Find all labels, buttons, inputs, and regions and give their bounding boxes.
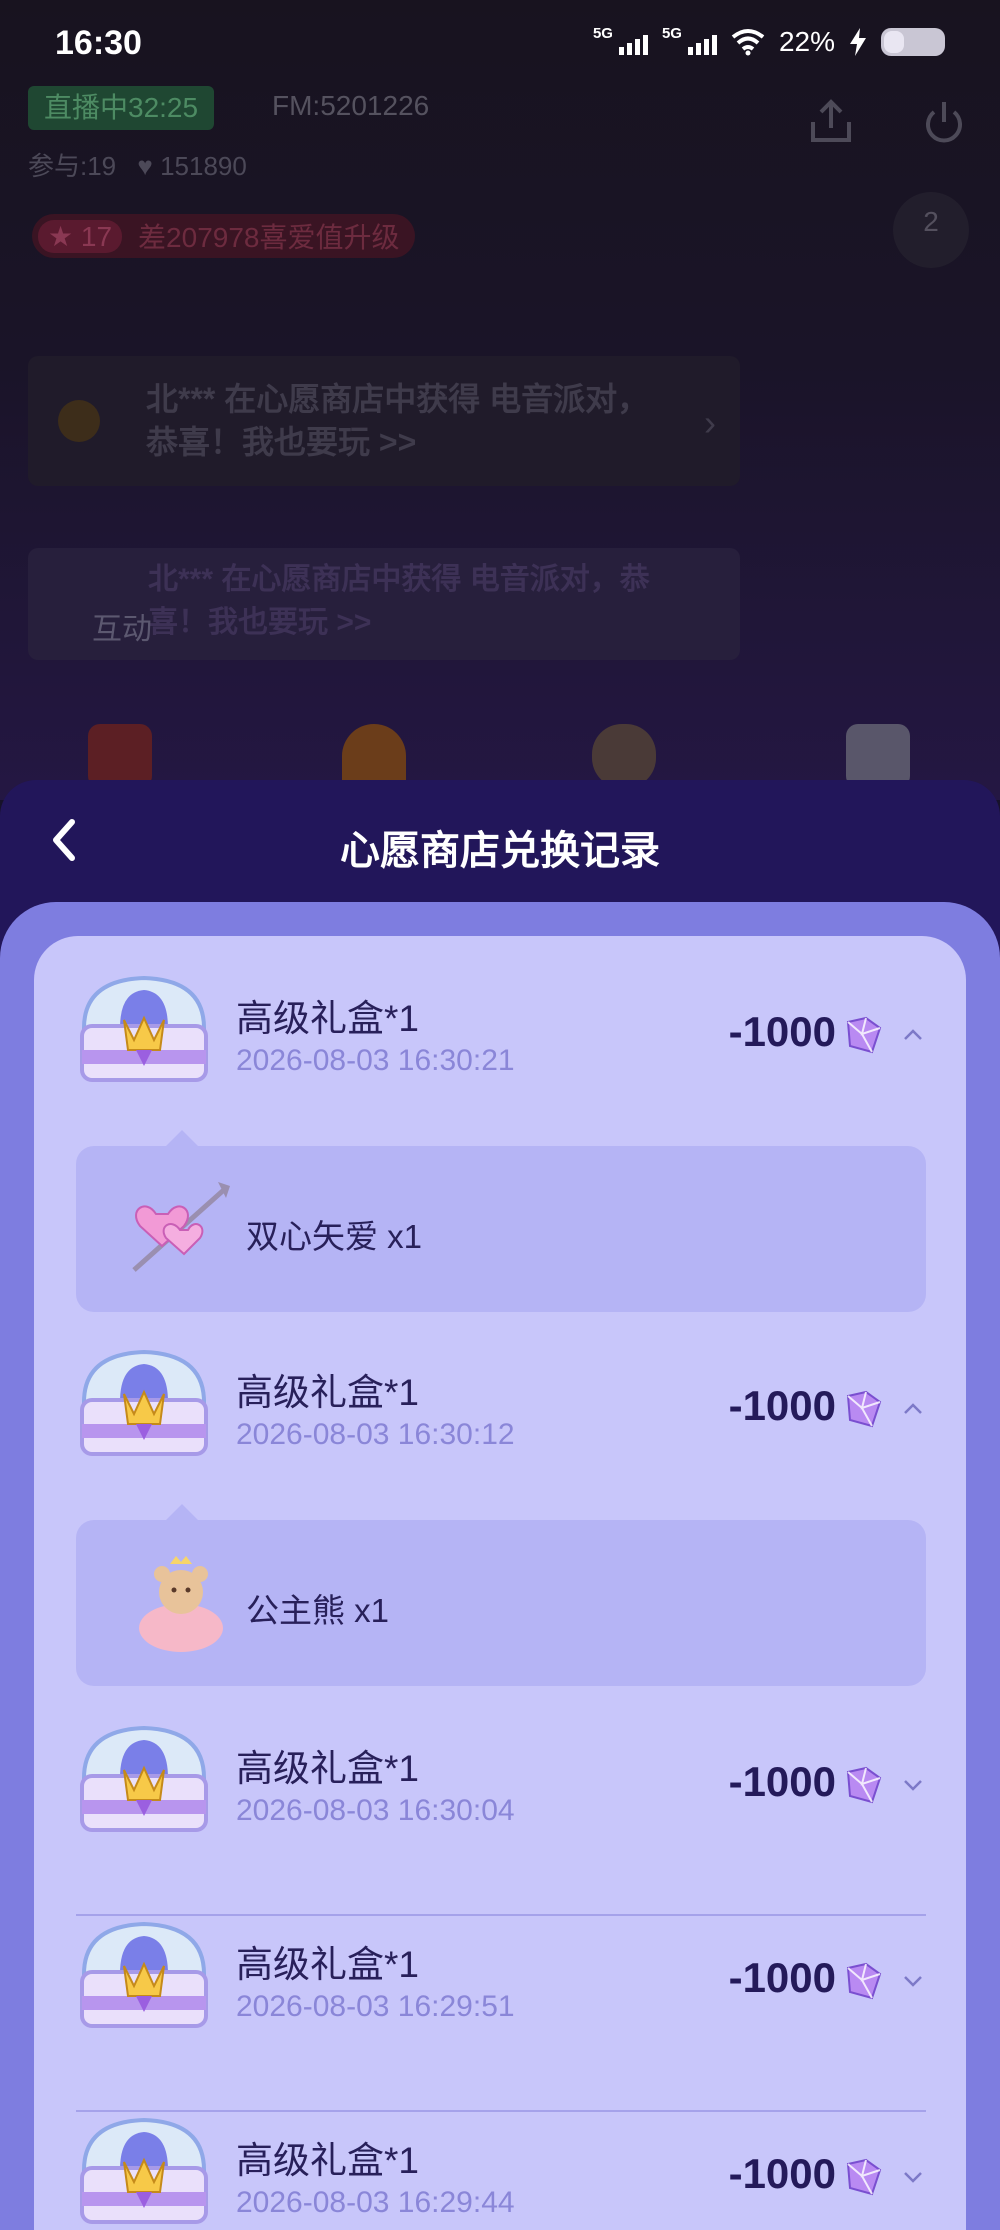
record-item-name: 高级礼盒*1 bbox=[236, 1372, 419, 1413]
interact-label: 互动 bbox=[92, 613, 152, 646]
status-time: 16:30 bbox=[55, 24, 142, 62]
treasure-chest-icon bbox=[80, 975, 208, 1082]
record-cost: -1000 bbox=[728, 1382, 836, 1429]
treasure-chest-icon bbox=[80, 1349, 208, 1456]
level-hint: 差207978喜爱值升级 bbox=[138, 222, 400, 253]
record-row[interactable]: 高级礼盒*1 2026-08-03 16:29:51 -1000 bbox=[34, 1908, 966, 2048]
chevron-down-icon[interactable] bbox=[902, 2166, 924, 2188]
wifi-icon bbox=[731, 29, 765, 56]
gem-icon bbox=[846, 1016, 882, 1054]
chevron-up-icon[interactable] bbox=[902, 1398, 924, 1420]
notice-text: 北*** 在心愿商店中获得 电音派对，恭喜！我也要玩 >> bbox=[146, 381, 650, 460]
gem-icon bbox=[846, 2158, 882, 2196]
record-item-name: 高级礼盒*1 bbox=[236, 1944, 419, 1985]
level-progress-pill: ★ 17 差207978喜爱值升级 bbox=[32, 214, 416, 258]
live-duration-badge: 直播中32:25 bbox=[28, 86, 215, 130]
chevron-up-icon[interactable] bbox=[902, 1024, 924, 1046]
dice-icon[interactable] bbox=[846, 724, 910, 788]
victory-hand-icon[interactable] bbox=[592, 724, 656, 788]
record-time: 2026-08-03 16:29:51 bbox=[236, 1990, 515, 2023]
double-heart-arrow-icon bbox=[132, 1182, 230, 1272]
status-bar: 16:30 5G 5G 22% bbox=[0, 0, 1000, 90]
battery-icon bbox=[881, 28, 945, 56]
princess-bear-icon bbox=[139, 1556, 223, 1652]
notice-banner[interactable]: 北*** 在心愿商店中获得 电音派对，恭喜！我也要玩 >> › bbox=[28, 356, 740, 486]
records-panel: 高级礼盒*1 2026-08-03 16:30:21 -1000 双心矢爱 x1… bbox=[0, 902, 1000, 2230]
chevron-down-icon[interactable] bbox=[902, 1970, 924, 1992]
gem-icon bbox=[846, 1962, 882, 2000]
signal-5g-icon-2: 5G bbox=[662, 25, 717, 55]
battery-percent: 22% bbox=[778, 26, 835, 57]
detail-gift-label: 公主熊 x1 bbox=[246, 1592, 390, 1629]
record-cost: -1000 bbox=[728, 1758, 836, 1805]
sheet-title: 心愿商店兑换记录 bbox=[340, 829, 660, 873]
records-list: 高级礼盒*1 2026-08-03 16:30:21 -1000 双心矢爱 x1… bbox=[34, 936, 966, 2230]
record-row[interactable]: 高级礼盒*1 2026-08-03 16:29:44 -1000 bbox=[34, 2104, 966, 2230]
record-time: 2026-08-03 16:30:04 bbox=[236, 1794, 515, 1827]
record-time: 2026-08-03 16:30:21 bbox=[236, 1044, 515, 1077]
exchange-record-sheet: 心愿商店兑换记录 高级礼盒*1 2026-08-03 16:30:21 -100… bbox=[0, 780, 1000, 2230]
record-time: 2026-08-03 16:30:12 bbox=[236, 1418, 515, 1451]
gem-icon bbox=[846, 1766, 882, 1804]
status-indicators: 5G 5G 22% bbox=[593, 25, 945, 58]
lantern-icon[interactable] bbox=[342, 724, 406, 788]
likes-count: 151890 bbox=[160, 151, 247, 181]
record-item-name: 高级礼盒*1 bbox=[236, 2140, 419, 2181]
gift-icon bbox=[58, 400, 100, 442]
chevron-down-icon[interactable] bbox=[902, 1774, 924, 1796]
signal-5g-icon: 5G bbox=[593, 25, 648, 55]
notice-text-faded: 北*** 在心愿商店中获得 电音派对，恭喜！我也要玩 >> bbox=[148, 563, 650, 639]
treasure-chest-icon bbox=[80, 2117, 208, 2224]
record-item-name: 高级礼盒*1 bbox=[236, 1748, 419, 1789]
participants-count: 参与:19 bbox=[28, 151, 117, 181]
charging-icon bbox=[850, 28, 866, 56]
gem-icon bbox=[846, 1390, 882, 1428]
record-item-name: 高级礼盒*1 bbox=[236, 998, 419, 1039]
record-cost: -1000 bbox=[728, 1954, 836, 2001]
record-row[interactable]: 高级礼盒*1 2026-08-03 16:30:12 -1000 bbox=[34, 1336, 966, 1476]
record-time: 2026-08-03 16:29:44 bbox=[236, 2186, 515, 2219]
rank-badge[interactable]: 2 bbox=[893, 192, 969, 268]
room-stats: 参与:19 ♥ 151890 bbox=[28, 146, 247, 183]
room-fm-id: FM:5201226 bbox=[272, 90, 430, 121]
record-cost: -1000 bbox=[728, 1008, 836, 1055]
treasure-chest-icon bbox=[80, 1921, 208, 2028]
treasure-chest-icon bbox=[80, 1725, 208, 1832]
red-envelope-icon[interactable] bbox=[88, 724, 152, 788]
record-cost: -1000 bbox=[728, 2150, 836, 2197]
level-badge: ★ 17 bbox=[38, 219, 123, 253]
detail-gift-label: 双心矢爱 x1 bbox=[246, 1218, 423, 1255]
record-detail: 公主熊 x1 bbox=[76, 1504, 926, 1686]
record-detail: 双心矢爱 x1 bbox=[76, 1130, 926, 1312]
sheet-header: 心愿商店兑换记录 bbox=[0, 780, 1000, 900]
heart-icon: ♥ bbox=[137, 151, 153, 181]
record-row[interactable]: 高级礼盒*1 2026-08-03 16:30:21 -1000 bbox=[34, 962, 966, 1102]
power-icon[interactable] bbox=[918, 98, 970, 150]
record-row[interactable]: 高级礼盒*1 2026-08-03 16:30:04 -1000 bbox=[34, 1712, 966, 1852]
share-icon[interactable] bbox=[805, 96, 857, 148]
chevron-right-icon: › bbox=[704, 402, 716, 443]
